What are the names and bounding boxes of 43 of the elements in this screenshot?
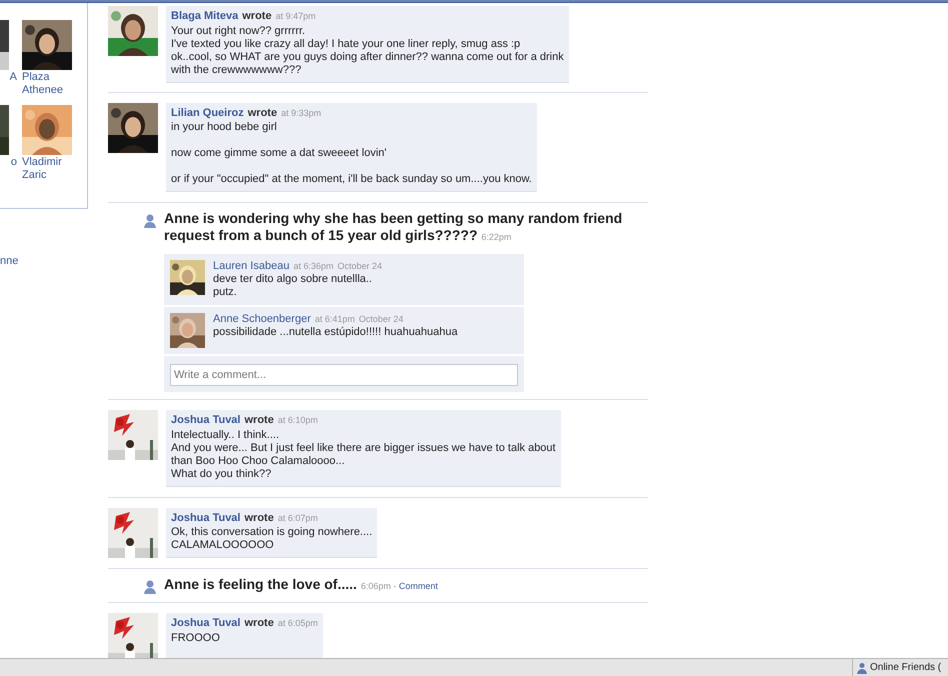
- people-icon: [856, 662, 868, 674]
- post-verb: wrote: [244, 510, 274, 526]
- post-text: Intelectually.. I think.... And you were... But I just feel like there are bigger issues we have to talk about than Boo Hoo Choo Calamaloooo... What do you think??: [171, 428, 556, 480]
- post-verb: wrote: [244, 616, 274, 631]
- friend-name[interactable]: o: [10, 156, 17, 169]
- author-link[interactable]: Joshua Tuval: [171, 510, 240, 526]
- comment-time: at 6:36pm: [293, 260, 334, 273]
- comment-text: deve ter dito algo sobre nutellla.. putz.: [213, 273, 373, 299]
- comment-link[interactable]: Comment: [398, 581, 438, 591]
- post-verb: wrote: [244, 413, 274, 428]
- status-text: Anne is feeling the love of..... 6:06pm - Comment: [164, 576, 439, 594]
- post-text: Ok, this conversation is going nowhere.... CALAMALOOOOOO: [171, 526, 372, 552]
- post-text: FROOOO: [171, 632, 221, 644]
- author-link[interactable]: Joshua Tuval: [171, 615, 240, 632]
- comment-text: possibilidade ...nutella estúpido!!!!! huahuahuahua: [213, 326, 458, 339]
- status-text: Anne is wondering why she has been getting so many random friend request from a bunch of 15 year old girls????? 6:22pm: [164, 210, 624, 245]
- comment-date: October 24: [337, 260, 382, 273]
- comment-date: October 24: [358, 313, 404, 326]
- post-time: at 6:05pm: [278, 617, 318, 630]
- person-icon: [142, 213, 158, 229]
- post-text: or if your "occupied" at the moment, i'll be back sunday so um....you know.: [171, 173, 532, 186]
- friend-name[interactable]: Vladimir Zaric: [22, 156, 72, 182]
- post-time: at 6:07pm: [278, 512, 318, 525]
- post-time: at 9:33pm: [281, 106, 322, 120]
- post-text: in your hood bebe girl: [171, 121, 278, 134]
- comment-input-field[interactable]: Write a comment...: [170, 364, 518, 386]
- sidebar-link[interactable]: nne: [0, 253, 108, 270]
- online-friends-button[interactable]: Online Friends (: [870, 660, 942, 675]
- post-text: Your out right now?? grrrrrr. I've texted you like crazy all day! I hate your one liner reply, smug ass :p ok..cool, so WHAT are you guys doing after dinner?? wanna come out for a drink with the crewwwwwww???: [171, 24, 564, 76]
- comment-time: at 6:41pm: [314, 313, 355, 326]
- person-icon: [142, 579, 158, 595]
- author-link[interactable]: Joshua Tuval: [171, 412, 240, 428]
- author-link[interactable]: Lilian Queiroz: [171, 104, 244, 121]
- post-verb: wrote: [242, 9, 272, 24]
- author-link[interactable]: Blaga Miteva: [171, 8, 238, 24]
- post-time: at 9:47pm: [276, 10, 316, 23]
- author-link[interactable]: Anne Schoenberger: [213, 313, 311, 326]
- post-verb: wrote: [248, 106, 278, 120]
- friend-name[interactable]: Plaza Athenee: [22, 71, 72, 97]
- post-time: at 6:10pm: [278, 414, 318, 427]
- author-link[interactable]: Lauren Isabeau: [213, 260, 290, 273]
- post-text: now come gimme some a dat sweeeet lovin': [171, 147, 388, 160]
- friend-name[interactable]: A: [10, 71, 17, 84]
